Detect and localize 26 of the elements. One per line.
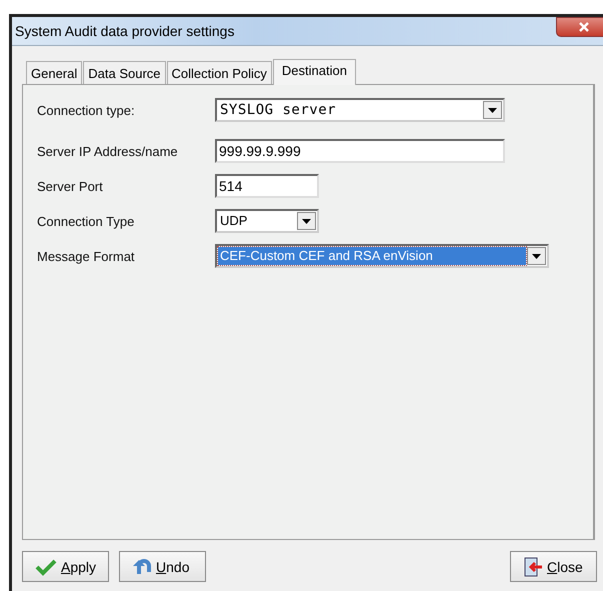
close-button[interactable]: Close	[510, 551, 597, 582]
field-label: Message Format	[37, 248, 136, 264]
field-label: Server Port	[37, 178, 104, 194]
field-label: Connection type:	[37, 102, 136, 118]
input-field[interactable]: 514	[215, 174, 319, 198]
undo-arrow-icon	[132, 558, 152, 576]
undo-button[interactable]: Undo	[119, 551, 206, 582]
field-label: Server IP Address/name	[37, 144, 179, 158]
dropdown-value: SYSLOG server	[219, 101, 338, 119]
dropdown[interactable]: UDP	[215, 209, 319, 233]
tab[interactable]: General	[26, 61, 82, 84]
checkmark-icon	[35, 558, 57, 576]
dropdown-value: CEF-Custom CEF and RSA enVision	[218, 247, 526, 265]
tab[interactable]: Collection Policy	[166, 61, 272, 84]
tab[interactable]: Data Source	[83, 61, 166, 84]
exit-door-icon	[523, 556, 543, 576]
close-icon	[577, 22, 591, 32]
field-label: Connection Type	[37, 214, 136, 228]
window-title: System Audit data provider settings	[15, 23, 234, 39]
close-button[interactable]	[556, 17, 603, 37]
dropdown[interactable]: SYSLOG server	[215, 98, 505, 122]
dropdown-value: UDP	[219, 212, 248, 230]
tab[interactable]: Destination	[272, 59, 356, 85]
input-field[interactable]: 999.99.9.999	[215, 139, 505, 163]
dropdown[interactable]: CEF-Custom CEF and RSA enVision	[215, 244, 549, 268]
apply-button[interactable]: Apply	[22, 551, 109, 582]
